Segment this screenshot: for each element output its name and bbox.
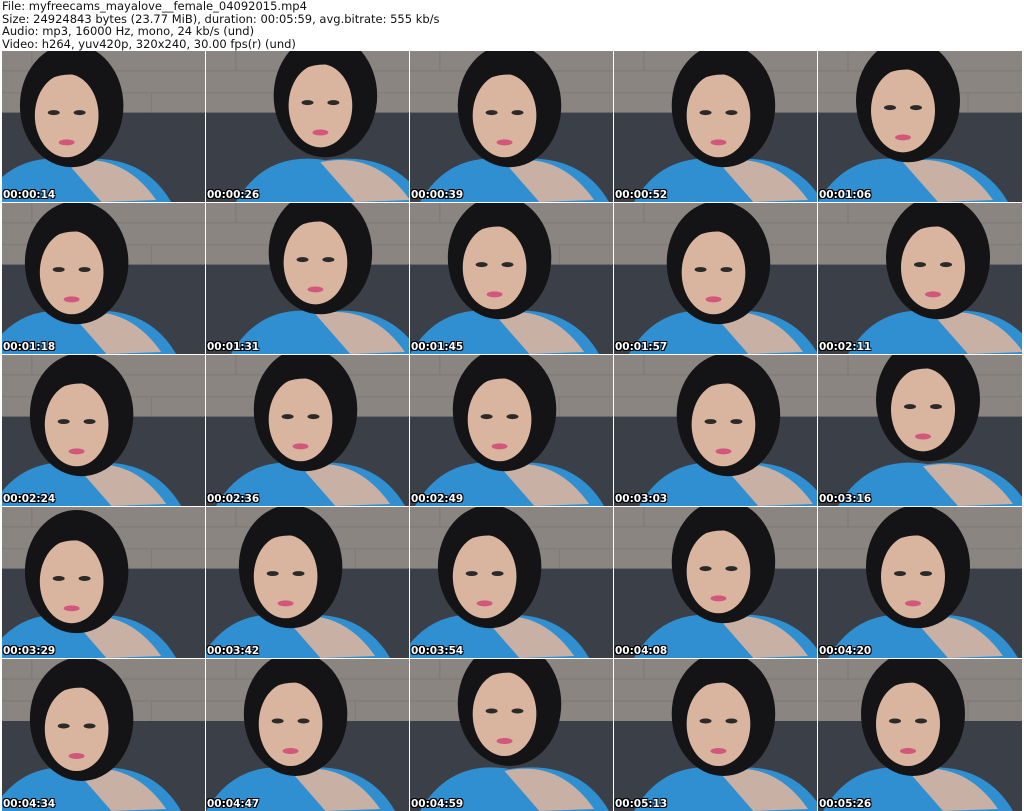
- video-frame-thumbnail: 00:04:59: [410, 659, 613, 811]
- video-frame-thumbnail: 00:01:57: [614, 203, 817, 354]
- frame-image: [206, 203, 409, 354]
- frame-image: [410, 203, 613, 354]
- frame-timestamp: 00:04:08: [615, 645, 668, 657]
- audio-info-line: Audio: mp3, 16000 Hz, mono, 24 kb/s (und…: [2, 24, 255, 38]
- frame-timestamp: 00:04:47: [207, 798, 260, 810]
- frame-timestamp: 00:00:14: [3, 189, 56, 201]
- frame-image: [206, 51, 409, 202]
- video-frame-thumbnail: 00:03:16: [818, 355, 1022, 506]
- frame-timestamp: 00:01:45: [411, 341, 464, 353]
- frame-timestamp: 00:05:26: [819, 798, 872, 810]
- video-frame-thumbnail: 00:03:42: [206, 507, 409, 658]
- video-frame-thumbnail: 00:03:29: [2, 507, 205, 658]
- video-frame-thumbnail: 00:00:39: [410, 51, 613, 202]
- video-frame-thumbnail: 00:04:34: [2, 659, 205, 811]
- frame-image: [818, 355, 1022, 506]
- video-frame-thumbnail: 00:00:14: [2, 51, 205, 202]
- frame-image: [2, 507, 205, 658]
- video-frame-thumbnail: 00:01:45: [410, 203, 613, 354]
- frame-timestamp: 00:01:06: [819, 189, 872, 201]
- frame-timestamp: 00:03:16: [819, 493, 872, 505]
- frame-image: [818, 659, 1022, 811]
- frame-image: [818, 203, 1022, 354]
- frame-timestamp: 00:02:36: [207, 493, 260, 505]
- frame-timestamp: 00:01:57: [615, 341, 668, 353]
- frame-image: [614, 51, 817, 202]
- frame-timestamp: 00:05:13: [615, 798, 668, 810]
- frame-image: [2, 659, 205, 811]
- frame-image: [2, 203, 205, 354]
- frame-image: [410, 355, 613, 506]
- frame-image: [410, 507, 613, 658]
- frame-timestamp: 00:04:20: [819, 645, 872, 657]
- frame-timestamp: 00:02:11: [819, 341, 872, 353]
- frame-image: [2, 51, 205, 202]
- thumbnail-grid: 00:00:14 00:00:26 00:00:39 00:00:52 00:01:06…: [2, 51, 1024, 811]
- frame-image: [614, 203, 817, 354]
- video-frame-thumbnail: 00:03:54: [410, 507, 613, 658]
- video-frame-thumbnail: 00:00:26: [206, 51, 409, 202]
- frame-image: [614, 355, 817, 506]
- frame-timestamp: 00:04:59: [411, 798, 464, 810]
- frame-image: [614, 507, 817, 658]
- frame-image: [206, 355, 409, 506]
- frame-image: [818, 51, 1022, 202]
- frame-timestamp: 00:04:34: [3, 798, 56, 810]
- frame-timestamp: 00:00:52: [615, 189, 668, 201]
- video-frame-thumbnail: 00:05:13: [614, 659, 817, 811]
- frame-timestamp: 00:00:39: [411, 189, 464, 201]
- frame-image: [410, 51, 613, 202]
- frame-image: [410, 659, 613, 811]
- video-frame-thumbnail: 00:03:03: [614, 355, 817, 506]
- frame-timestamp: 00:00:26: [207, 189, 260, 201]
- frame-image: [614, 659, 817, 811]
- video-frame-thumbnail: 00:04:20: [818, 507, 1022, 658]
- file-name-line: File: myfreecams_mayalove__female_040920…: [2, 0, 307, 13]
- frame-timestamp: 00:03:29: [3, 645, 56, 657]
- video-frame-thumbnail: 00:02:11: [818, 203, 1022, 354]
- frame-timestamp: 00:02:24: [3, 493, 56, 505]
- video-info-line: Video: h264, yuv420p, 320x240, 30.00 fps…: [2, 36, 296, 51]
- video-frame-thumbnail: 00:01:18: [2, 203, 205, 354]
- frame-image: [206, 659, 409, 811]
- frame-image: [206, 507, 409, 658]
- video-frame-thumbnail: 00:01:06: [818, 51, 1022, 202]
- video-frame-thumbnail: 00:02:49: [410, 355, 613, 506]
- frame-timestamp: 00:03:03: [615, 493, 668, 505]
- video-frame-thumbnail: 00:05:26: [818, 659, 1022, 811]
- video-frame-thumbnail: 00:00:52: [614, 51, 817, 202]
- video-frame-thumbnail: 00:04:47: [206, 659, 409, 811]
- frame-timestamp: 00:03:42: [207, 645, 260, 657]
- file-info-header: File: myfreecams_mayalove__female_040920…: [2, 0, 440, 50]
- frame-image: [2, 355, 205, 506]
- frame-timestamp: 00:03:54: [411, 645, 464, 657]
- video-frame-thumbnail: 00:01:31: [206, 203, 409, 354]
- frame-image: [818, 507, 1022, 658]
- video-frame-thumbnail: 00:02:36: [206, 355, 409, 506]
- frame-timestamp: 00:02:49: [411, 493, 464, 505]
- frame-timestamp: 00:01:31: [207, 341, 260, 353]
- video-frame-thumbnail: 00:02:24: [2, 355, 205, 506]
- frame-timestamp: 00:01:18: [3, 341, 56, 353]
- video-frame-thumbnail: 00:04:08: [614, 507, 817, 658]
